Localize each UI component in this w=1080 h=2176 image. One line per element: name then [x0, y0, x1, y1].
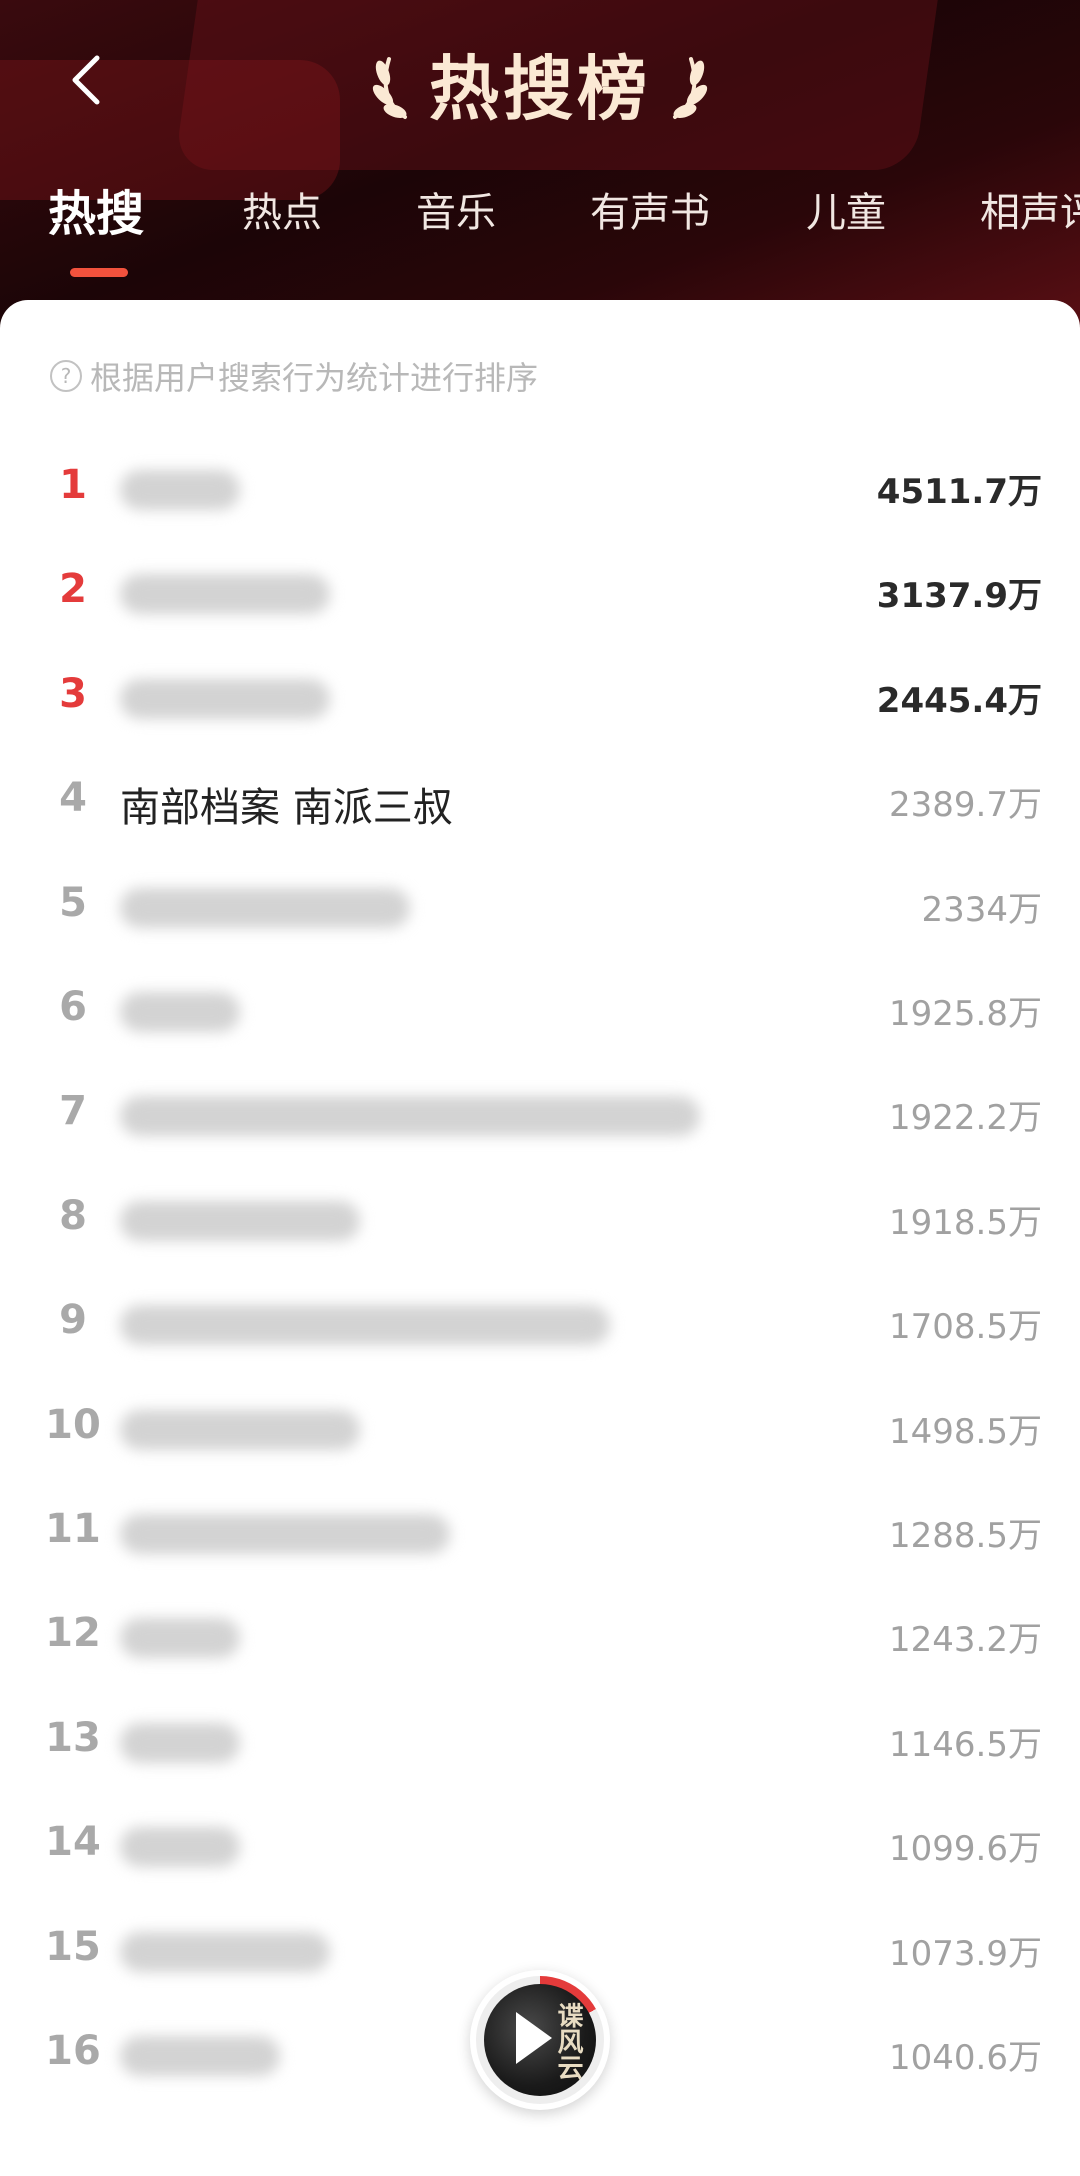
rank-number: 15	[45, 1923, 101, 1970]
ranking-row[interactable]: 5 2334万	[0, 854, 1080, 958]
rank-number: 14	[45, 1819, 101, 1866]
mini-player[interactable]: 谍风云	[470, 1970, 610, 2110]
search-volume: 1099.6万	[889, 1829, 1042, 1870]
blurred-title[interactable]	[120, 574, 330, 615]
question-circle-icon[interactable]: ?	[50, 360, 82, 392]
blurred-title[interactable]	[120, 992, 240, 1032]
ranking-row[interactable]: 10 1498.5万	[0, 1376, 1080, 1480]
search-volume: 1146.5万	[889, 1724, 1042, 1765]
ranking-row[interactable]: 1 4511.7万	[0, 436, 1080, 540]
search-volume: 2334万	[921, 889, 1042, 930]
tab-music[interactable]: 音乐	[416, 180, 496, 238]
rank-number: 4	[59, 775, 87, 822]
rank-number: 8	[59, 1192, 87, 1239]
rank-number: 5	[59, 879, 87, 926]
rank-number: 10	[45, 1401, 101, 1448]
ranking-row[interactable]: 9 1708.5万	[0, 1271, 1080, 1375]
search-volume: 1708.5万	[889, 1307, 1042, 1348]
rank-number: 11	[45, 1506, 101, 1552]
ranking-row[interactable]: 8 1918.5万	[0, 1167, 1080, 1271]
tab-audiobooks[interactable]: 有声书	[590, 180, 710, 238]
blurred-title[interactable]	[120, 470, 240, 510]
blurred-title[interactable]	[120, 678, 330, 719]
rank-number: 6	[59, 984, 87, 1030]
ranking-hint: ? 根据用户搜索行为统计进行排序	[50, 354, 538, 398]
rank-number: 1	[59, 462, 87, 508]
ranking-title[interactable]: 南部档案 南派三叔	[120, 775, 453, 833]
blurred-title[interactable]	[120, 1200, 360, 1241]
search-volume: 1243.2万	[889, 1620, 1042, 1661]
tab-hot-topics[interactable]: 热点	[242, 180, 322, 238]
blurred-title[interactable]	[120, 1827, 240, 1868]
play-icon[interactable]	[516, 2012, 552, 2064]
ranking-row[interactable]: 11 1288.5万	[0, 1480, 1080, 1584]
ranking-row[interactable]: 7 1922.2万	[0, 1062, 1080, 1166]
cover-title: 谍风云	[553, 2002, 583, 2080]
ranking-row[interactable]: 3 2445.4万	[0, 645, 1080, 749]
blurred-title[interactable]	[120, 1305, 610, 1346]
ranking-row[interactable]: 4 南部档案 南派三叔 2389.7万	[0, 749, 1080, 853]
search-volume: 1922.2万	[889, 1098, 1042, 1139]
blurred-title[interactable]	[120, 1722, 240, 1763]
search-volume: 1925.8万	[889, 994, 1042, 1034]
blurred-title[interactable]	[120, 1514, 450, 1554]
page-title: 热搜榜	[429, 47, 651, 130]
search-volume: 4511.7万	[876, 472, 1042, 512]
search-volume: 1040.6万	[889, 2038, 1042, 2078]
ranking-row[interactable]: 13 1146.5万	[0, 1689, 1080, 1793]
blurred-title[interactable]	[120, 1931, 330, 1972]
tab-children[interactable]: 儿童	[806, 180, 886, 238]
rank-number: 7	[59, 1088, 87, 1135]
blurred-title[interactable]	[120, 1096, 700, 1137]
laurel-right-icon	[673, 57, 708, 119]
rank-number: 2	[59, 566, 87, 613]
tab-hot-search[interactable]: 热搜	[48, 174, 144, 244]
rank-number: 9	[59, 1297, 87, 1344]
search-volume: 2389.7万	[889, 785, 1042, 826]
blurred-title[interactable]	[120, 1618, 240, 1659]
blurred-title[interactable]	[120, 1409, 360, 1450]
ranking-row[interactable]: 2 3137.9万	[0, 540, 1080, 644]
category-tabs: 热搜 热点 音乐 有声书 儿童 相声评	[0, 180, 1080, 260]
search-volume: 2445.4万	[876, 680, 1042, 721]
search-volume: 1288.5万	[889, 1516, 1042, 1556]
rank-number: 12	[45, 1610, 101, 1657]
tab-crosstalk[interactable]: 相声评	[980, 180, 1080, 238]
active-tab-indicator	[70, 268, 128, 277]
rank-number: 3	[59, 670, 87, 717]
search-volume: 1498.5万	[889, 1411, 1042, 1452]
search-volume: 1073.9万	[889, 1933, 1042, 1974]
rank-number: 13	[45, 1714, 101, 1761]
title-bar: 热搜榜	[0, 38, 1080, 130]
search-volume: 3137.9万	[876, 576, 1042, 617]
ranking-row[interactable]: 14 1099.6万	[0, 1793, 1080, 1897]
ranking-row[interactable]: 6 1925.8万	[0, 958, 1080, 1062]
blurred-title[interactable]	[120, 2036, 280, 2076]
laurel-left-icon	[372, 57, 407, 119]
blurred-title[interactable]	[120, 887, 410, 928]
hint-text: 根据用户搜索行为统计进行排序	[90, 359, 539, 397]
ranking-row[interactable]: 12 1243.2万	[0, 1584, 1080, 1688]
rank-number: 16	[45, 2028, 101, 2074]
search-volume: 1918.5万	[889, 1202, 1042, 1243]
